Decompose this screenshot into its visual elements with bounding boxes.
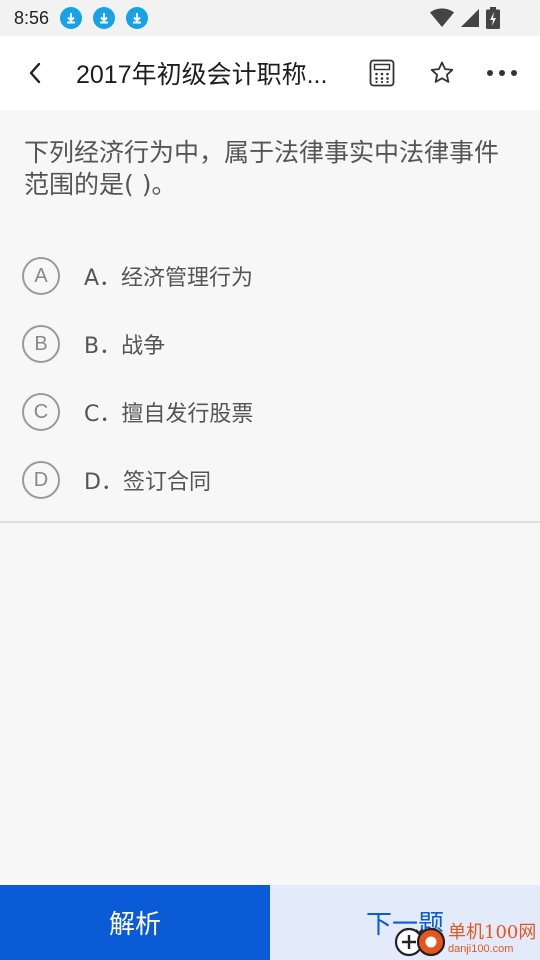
page-title: 2017年初级会计职称...: [76, 61, 328, 89]
star-icon: [430, 61, 454, 83]
question-text: 下列经济行为中，属于法律事实中法律事件范围的是( )。: [24, 138, 500, 199]
watermark-logo: [392, 922, 446, 957]
download-icon: [126, 7, 149, 29]
option-label: D．签订合同: [84, 470, 211, 495]
favorite-button[interactable]: [417, 36, 467, 110]
option-c[interactable]: C C．擅自发行股票: [22, 388, 518, 436]
option-letter: C: [22, 393, 60, 431]
watermark-url: danji100.com: [448, 942, 514, 955]
calculator-button[interactable]: [357, 36, 407, 110]
option-a[interactable]: A A．经济管理行为: [22, 252, 518, 300]
wifi-icon: [430, 8, 454, 27]
more-icon: [487, 70, 517, 76]
option-d[interactable]: D D．签订合同: [22, 456, 518, 504]
status-time: 8:56: [14, 7, 50, 28]
back-button[interactable]: [0, 36, 70, 110]
more-button[interactable]: [477, 36, 527, 110]
watermark-name: 单机100网: [448, 921, 537, 943]
option-label: B．战争: [84, 334, 166, 359]
chevron-left-icon: [29, 62, 41, 84]
status-bar: 8:56: [0, 0, 540, 36]
battery-charging-icon: [486, 7, 500, 29]
download-icon: [93, 7, 116, 29]
divider: [0, 521, 540, 523]
analysis-label: 解析: [108, 910, 161, 940]
option-letter: D: [22, 461, 60, 499]
watermark: 单机100网 danji100.com: [392, 918, 540, 960]
option-label: C．擅自发行股票: [84, 402, 254, 427]
option-letter: B: [22, 325, 60, 363]
calculator-icon: [369, 59, 395, 87]
download-icon: [60, 7, 83, 29]
signal-icon: [461, 9, 479, 27]
option-label: A．经济管理行为: [84, 266, 254, 291]
option-letter: A: [22, 257, 60, 295]
option-b[interactable]: B B．战争: [22, 320, 518, 368]
app-header: 2017年初级会计职称...: [0, 36, 540, 110]
analysis-button[interactable]: 解析: [0, 885, 270, 960]
